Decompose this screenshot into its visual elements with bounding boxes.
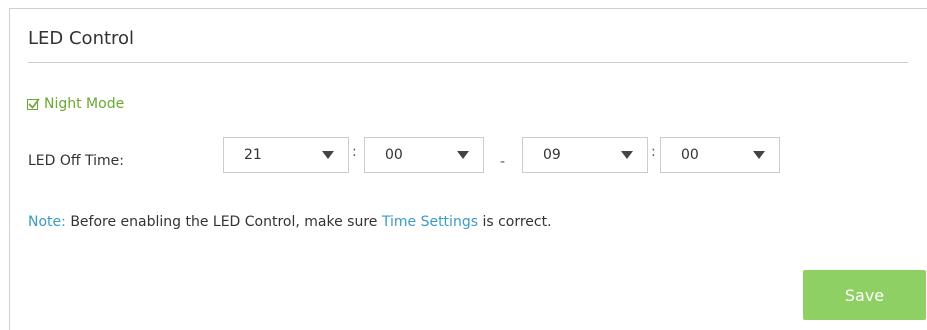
- time-separator: :: [352, 144, 357, 160]
- checkbox-checked-icon: [27, 98, 40, 110]
- end-hour-select[interactable]: 09: [522, 137, 648, 173]
- chevron-down-icon: [621, 151, 633, 159]
- note-body-before: Before enabling the LED Control, make su…: [70, 214, 378, 230]
- note-text: Note: Before enabling the LED Control, m…: [28, 214, 552, 230]
- night-mode-label: Night Mode: [44, 96, 125, 112]
- section-divider: [28, 62, 908, 63]
- start-minute-select[interactable]: 00: [364, 137, 484, 173]
- end-hour-value: 09: [543, 147, 561, 163]
- start-minute-value: 00: [385, 147, 403, 163]
- led-control-panel: LED Control Night Mode LED Off Time: 21 …: [9, 8, 927, 330]
- led-off-time-label: LED Off Time:: [28, 153, 124, 169]
- end-minute-select[interactable]: 00: [660, 137, 780, 173]
- start-hour-select[interactable]: 21: [223, 137, 349, 173]
- note-prefix: Note:: [28, 214, 66, 230]
- chevron-down-icon: [322, 151, 334, 159]
- note-body-after: is correct.: [482, 214, 552, 230]
- section-title: LED Control: [28, 28, 135, 49]
- chevron-down-icon: [753, 151, 765, 159]
- end-minute-value: 00: [681, 147, 699, 163]
- start-hour-value: 21: [244, 147, 262, 163]
- range-separator: -: [500, 154, 506, 170]
- night-mode-checkbox[interactable]: Night Mode: [27, 96, 124, 112]
- time-separator: :: [651, 144, 656, 160]
- chevron-down-icon: [457, 151, 469, 159]
- time-settings-link[interactable]: Time Settings: [382, 214, 478, 230]
- save-button[interactable]: Save: [803, 270, 926, 320]
